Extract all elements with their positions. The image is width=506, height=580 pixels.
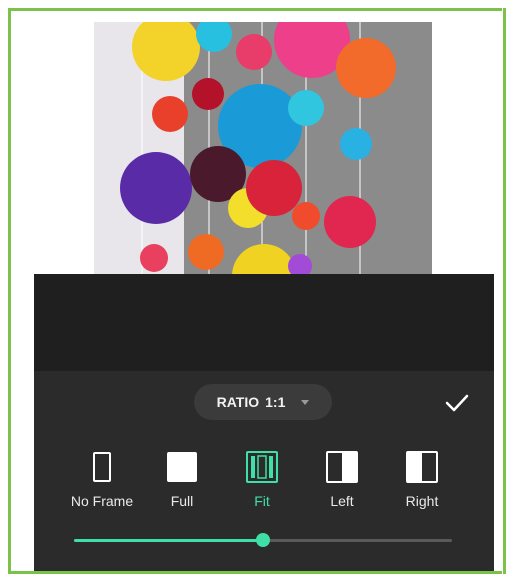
option-fit[interactable]: Fit — [222, 451, 302, 509]
blur-slider[interactable] — [74, 533, 452, 547]
ratio-label: RATIO — [216, 394, 260, 410]
frame-panel: RATIO 1:1 No Frame Full Fit Left Right — [34, 371, 494, 571]
option-full[interactable]: Full — [142, 451, 222, 509]
option-label: Left — [330, 493, 354, 509]
ratio-value: 1:1 — [265, 394, 286, 410]
option-left[interactable]: Left — [302, 451, 382, 509]
ratio-dropdown[interactable]: RATIO 1:1 — [194, 384, 332, 420]
right-frame-icon — [406, 451, 438, 483]
option-label: Full — [170, 493, 194, 509]
option-label: No Frame — [70, 493, 134, 509]
full-frame-icon — [167, 452, 197, 482]
confirm-check-icon[interactable] — [444, 390, 470, 416]
slider-fill — [74, 539, 263, 542]
option-label: Fit — [254, 493, 270, 509]
option-label: Right — [405, 493, 439, 509]
option-right[interactable]: Right — [382, 451, 462, 509]
no-frame-icon — [93, 452, 111, 482]
left-frame-icon — [326, 451, 358, 483]
slider-thumb[interactable] — [256, 533, 270, 547]
chevron-down-icon — [301, 399, 310, 405]
photo-image — [94, 22, 432, 274]
preview-background — [34, 274, 494, 371]
photo-preview — [94, 22, 432, 274]
fit-frame-icon — [246, 451, 278, 483]
option-no-frame[interactable]: No Frame — [62, 451, 142, 509]
